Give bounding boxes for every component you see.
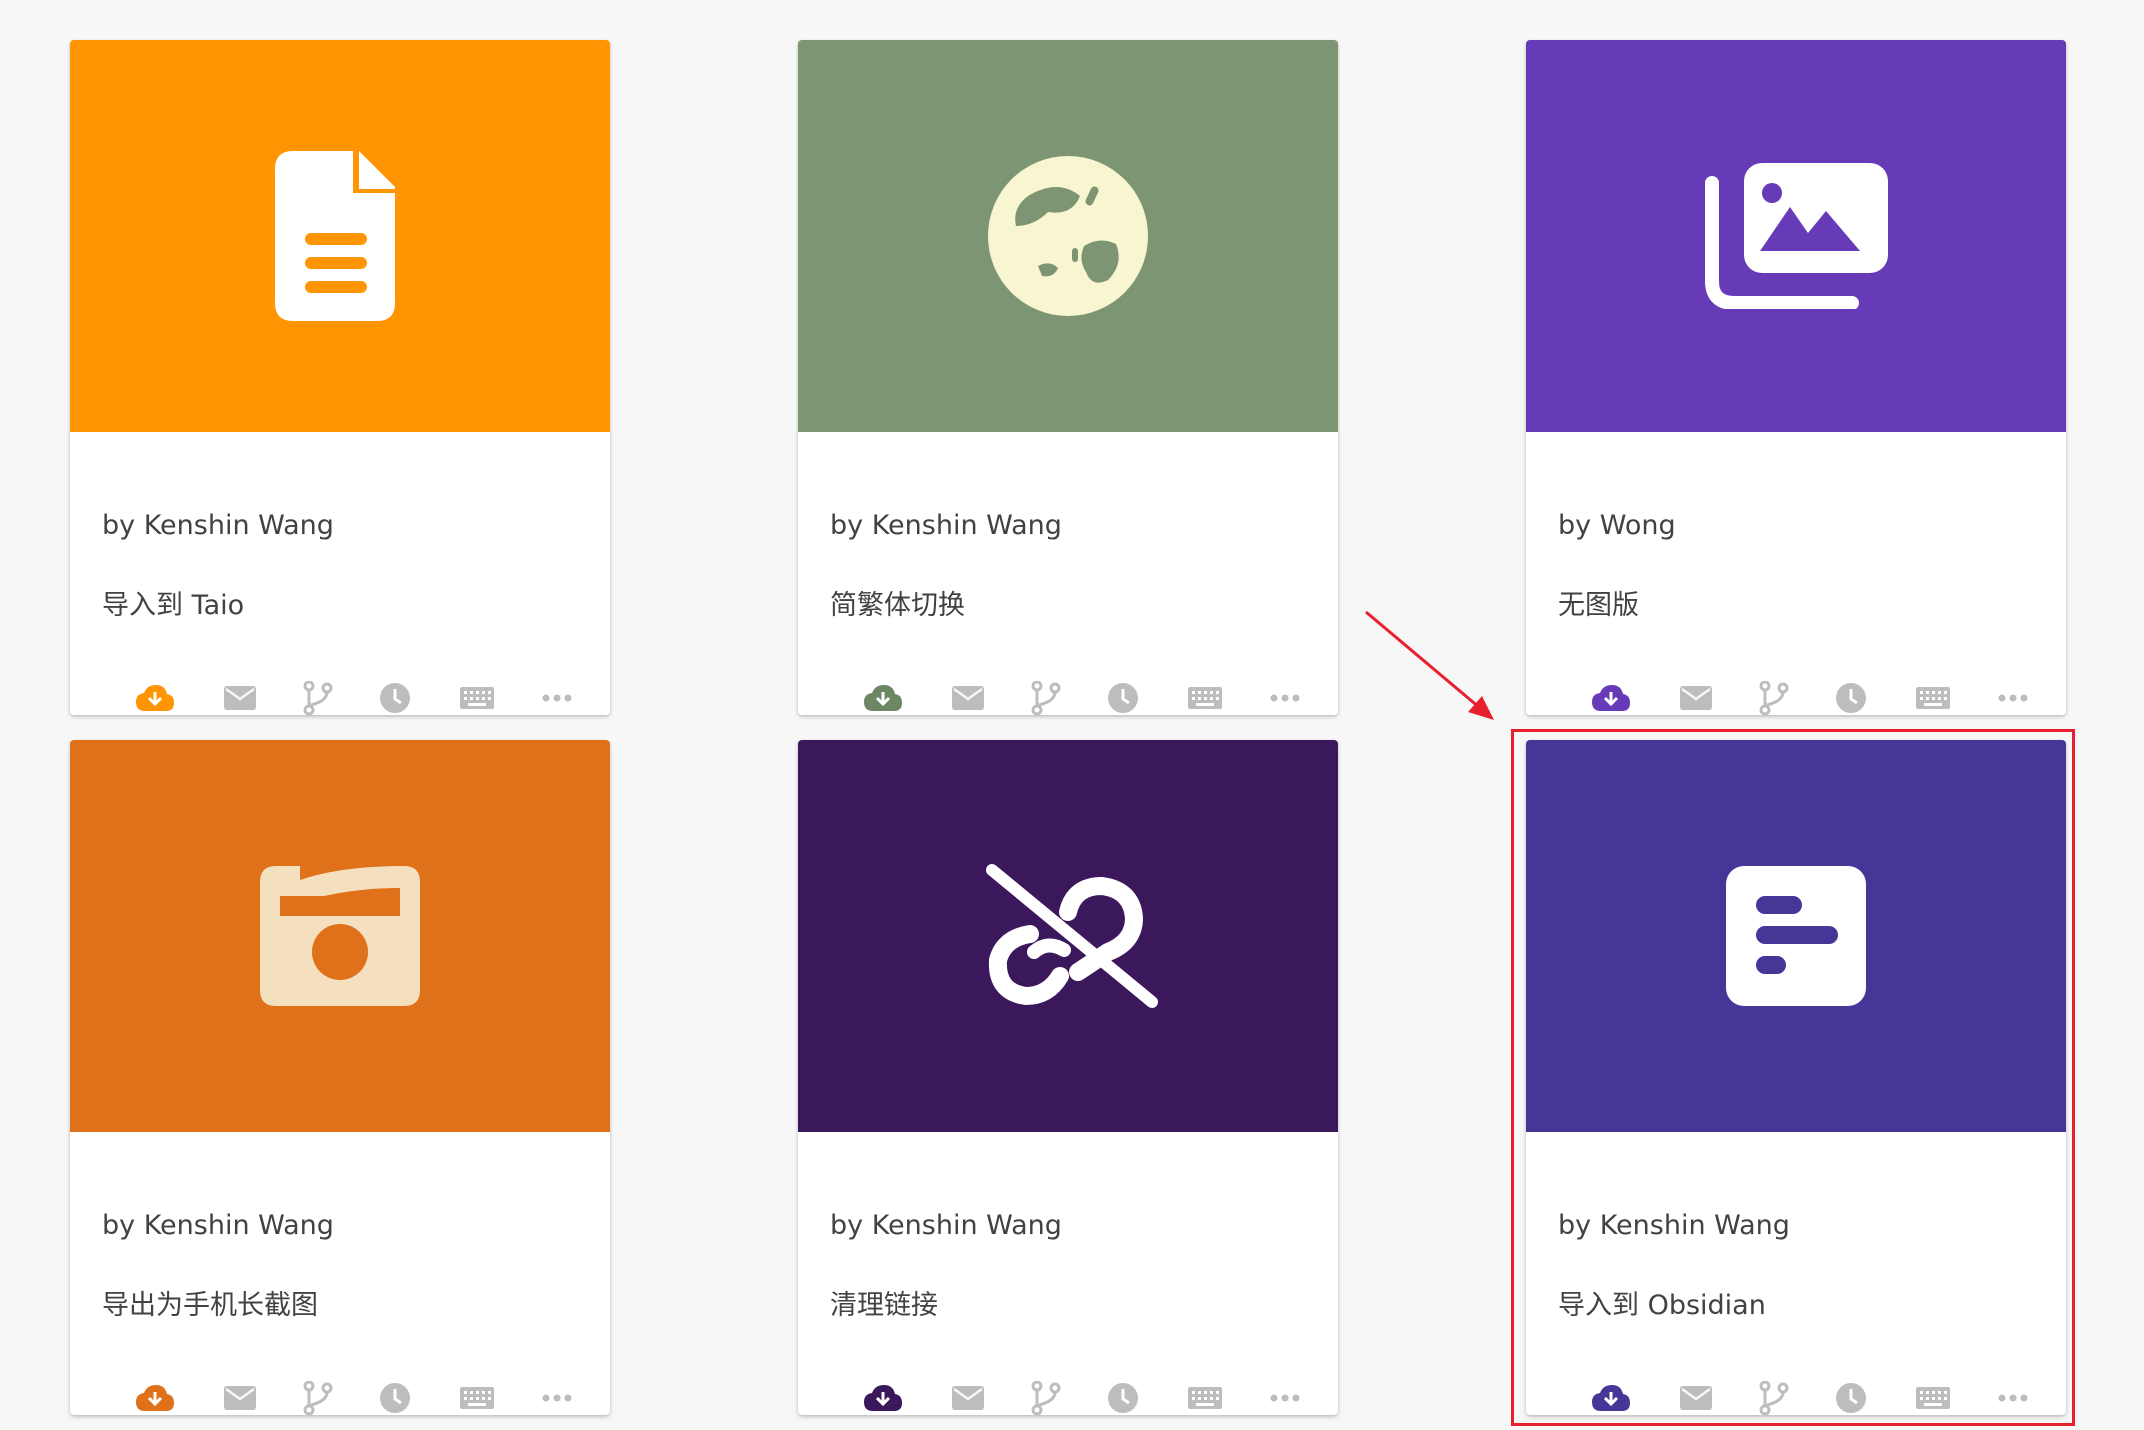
keyboard-icon[interactable] <box>457 1380 497 1415</box>
card-author: by Kenshin Wang <box>102 1210 334 1241</box>
card-title: 简繁体切换 <box>830 590 965 621</box>
clock-icon[interactable] <box>1103 680 1143 715</box>
clock-icon[interactable] <box>1103 1380 1143 1415</box>
more-icon[interactable] <box>537 1380 577 1415</box>
card-banner[interactable] <box>1526 40 2066 432</box>
card-author: by Kenshin Wang <box>830 1210 1062 1241</box>
fork-icon[interactable] <box>298 1380 338 1415</box>
camera-icon <box>260 866 420 1006</box>
card-title: 导出为手机长截图 <box>102 1290 318 1321</box>
mail-icon[interactable] <box>1676 680 1716 715</box>
card-banner[interactable] <box>798 740 1338 1132</box>
card-title: 无图版 <box>1558 590 1639 621</box>
cloud-download-icon[interactable] <box>135 680 175 715</box>
card-banner[interactable] <box>70 740 610 1132</box>
link-off-icon <box>986 864 1158 1008</box>
mail-icon[interactable] <box>220 1380 260 1415</box>
cloud-download-icon[interactable] <box>1591 680 1631 715</box>
shortcut-card-long-screenshot[interactable]: by Kenshin Wang 导出为手机长截图 <box>70 740 610 1415</box>
cloud-download-icon[interactable] <box>135 1380 175 1415</box>
card-author: by Kenshin Wang <box>102 510 334 541</box>
clock-icon[interactable] <box>375 1380 415 1415</box>
document-icon <box>275 151 395 321</box>
card-author: by Kenshin Wang <box>830 510 1062 541</box>
more-icon[interactable] <box>537 680 577 715</box>
photo-library-icon <box>1705 163 1888 309</box>
more-icon[interactable] <box>1265 680 1305 715</box>
shortcut-card-clean-links[interactable]: by Kenshin Wang 清理链接 <box>798 740 1338 1415</box>
fork-icon[interactable] <box>1026 680 1066 715</box>
shortcut-card-chinese-convert[interactable]: by Kenshin Wang 简繁体切换 <box>798 40 1338 715</box>
keyboard-icon[interactable] <box>1185 1380 1225 1415</box>
mail-icon[interactable] <box>948 680 988 715</box>
card-title: 清理链接 <box>830 1290 938 1321</box>
keyboard-icon[interactable] <box>1913 680 1953 715</box>
shortcut-card-no-images[interactable]: by Wong 无图版 <box>1526 40 2066 715</box>
highlight-box <box>1511 729 2075 1426</box>
cloud-download-icon[interactable] <box>863 680 903 715</box>
keyboard-icon[interactable] <box>1185 680 1225 715</box>
clock-icon[interactable] <box>1831 680 1871 715</box>
more-icon[interactable] <box>1993 680 2033 715</box>
fork-icon[interactable] <box>1026 1380 1066 1415</box>
card-author: by Wong <box>1558 510 1676 541</box>
fork-icon[interactable] <box>1754 680 1794 715</box>
clock-icon[interactable] <box>375 680 415 715</box>
mail-icon[interactable] <box>948 1380 988 1415</box>
card-banner[interactable] <box>70 40 610 432</box>
card-banner[interactable] <box>798 40 1338 432</box>
globe-icon <box>988 156 1148 316</box>
shortcut-card-import-taio[interactable]: by Kenshin Wang 导入到 Taio <box>70 40 610 715</box>
card-title: 导入到 Taio <box>102 590 245 621</box>
cloud-download-icon[interactable] <box>863 1380 903 1415</box>
mail-icon[interactable] <box>220 680 260 715</box>
more-icon[interactable] <box>1265 1380 1305 1415</box>
keyboard-icon[interactable] <box>457 680 497 715</box>
fork-icon[interactable] <box>298 680 338 715</box>
